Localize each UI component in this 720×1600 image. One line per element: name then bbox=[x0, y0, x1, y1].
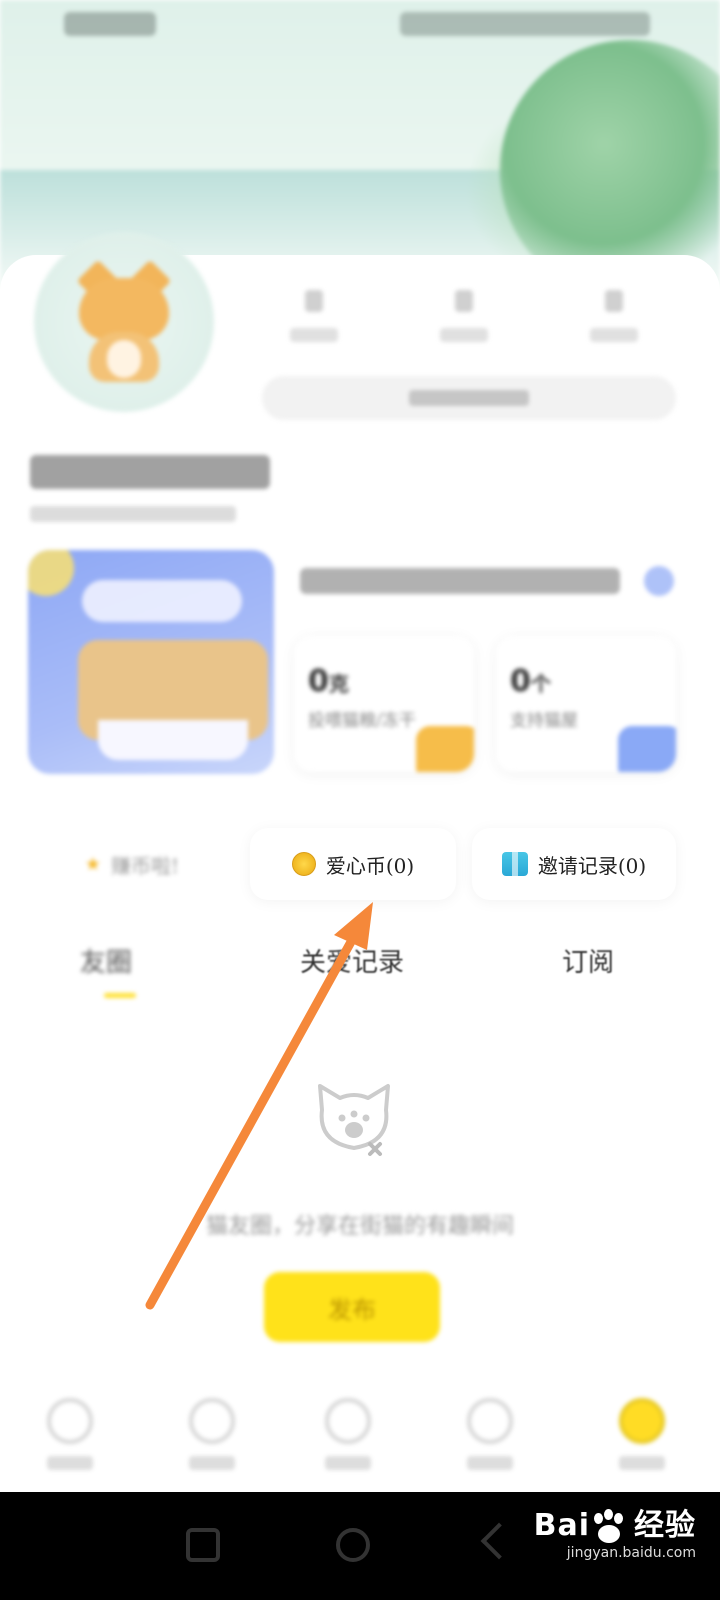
feed-stat-card[interactable]: 0克 投喂猫粮/冻干 bbox=[294, 636, 474, 772]
nav-cat-house[interactable] bbox=[308, 1398, 388, 1470]
watermark: Bai 经验 jingyan.baidu.com bbox=[534, 1500, 696, 1561]
compass-icon bbox=[189, 1398, 235, 1444]
back-button[interactable] bbox=[480, 1522, 518, 1560]
recent-apps-button[interactable] bbox=[186, 1528, 220, 1562]
bio-text bbox=[30, 506, 236, 522]
empty-state-text: 猫友圈，分享在街猫的有趣瞬间 bbox=[205, 1214, 514, 1239]
message-icon bbox=[467, 1398, 513, 1444]
feed-label: 投喂猫粮/冻干 bbox=[308, 711, 416, 731]
profile-stats bbox=[260, 290, 680, 360]
nickname bbox=[30, 455, 270, 489]
nav-discover[interactable] bbox=[172, 1398, 252, 1470]
nav-home[interactable] bbox=[30, 1398, 110, 1470]
house-stat-card[interactable]: 0个 支持猫屋 bbox=[496, 636, 676, 772]
paw-logo-icon bbox=[592, 1508, 632, 1545]
tab-subscribe[interactable]: 订阅 bbox=[562, 942, 614, 979]
home-icon bbox=[47, 1398, 93, 1444]
nav-profile[interactable] bbox=[602, 1398, 682, 1470]
feed-unit: 克 bbox=[328, 672, 349, 696]
stat-followers[interactable] bbox=[424, 290, 504, 342]
avatar[interactable] bbox=[34, 232, 214, 412]
feature-title[interactable] bbox=[300, 568, 620, 594]
love-coins-button[interactable]: 爱心币(0) bbox=[250, 828, 456, 900]
house-icon bbox=[325, 1398, 371, 1444]
watermark-brand: Bai bbox=[533, 1508, 590, 1543]
feature-banner[interactable] bbox=[28, 550, 274, 774]
star-icon: ★ bbox=[84, 853, 102, 875]
invite-records-button[interactable]: 邀请记录(0) bbox=[472, 828, 676, 900]
coin-icon bbox=[291, 852, 316, 876]
house-unit: 个 bbox=[530, 672, 551, 696]
watermark-brand-tail: 经验 bbox=[634, 1508, 696, 1543]
house-value: 0 bbox=[510, 664, 531, 699]
home-button[interactable] bbox=[336, 1528, 370, 1562]
food-can-icon bbox=[416, 726, 474, 772]
bottom-navigation bbox=[0, 1384, 720, 1492]
love-coins-label: 爱心币(0) bbox=[325, 853, 415, 878]
stat-likes[interactable] bbox=[574, 290, 654, 342]
feed-value: 0 bbox=[308, 664, 329, 699]
tab-cat-friends[interactable]: 友圈 bbox=[80, 942, 132, 979]
invite-records-label: 邀请记录(0) bbox=[537, 853, 647, 878]
status-bar bbox=[0, 0, 720, 52]
status-icons bbox=[400, 12, 650, 36]
cat-house-icon bbox=[618, 726, 676, 772]
cat-avatar-icon bbox=[69, 259, 179, 382]
house-label: 支持猫屋 bbox=[510, 711, 578, 731]
nav-messages[interactable] bbox=[450, 1398, 530, 1470]
stat-following[interactable] bbox=[274, 290, 354, 342]
tab-indicator bbox=[104, 993, 136, 998]
edit-profile-button[interactable] bbox=[262, 376, 676, 420]
earn-coins-button[interactable]: ★ 赚币啦! bbox=[30, 828, 234, 900]
watermark-url: jingyan.baidu.com bbox=[566, 1544, 696, 1561]
publish-button[interactable]: 发布 bbox=[264, 1272, 440, 1342]
earn-coins-label: 赚币啦! bbox=[111, 853, 180, 878]
feature-arrow-icon[interactable] bbox=[644, 566, 674, 596]
gift-box-icon bbox=[501, 852, 528, 876]
profile-icon bbox=[619, 1398, 665, 1444]
empty-cat-icon bbox=[318, 1084, 390, 1156]
status-time bbox=[64, 12, 156, 36]
tab-care-records[interactable]: 关爱记录 bbox=[300, 942, 404, 979]
